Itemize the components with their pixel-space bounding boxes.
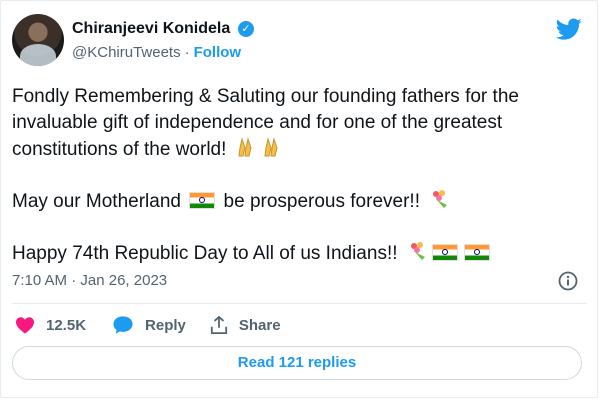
- reply-label: Reply: [145, 316, 186, 334]
- folded-hands-icon: [236, 136, 258, 166]
- speech-bubble-icon: [113, 316, 133, 334]
- share-icon: [210, 315, 227, 334]
- india-flag-icon: [431, 244, 458, 261]
- divider: [12, 303, 587, 304]
- tweet-paragraph-3: Happy 74th Republic Day to All of us Ind…: [12, 240, 587, 270]
- folded-hands-icon: [262, 136, 284, 166]
- share-button[interactable]: Share: [210, 315, 281, 335]
- heart-icon: [16, 317, 34, 334]
- india-flag-icon: [189, 192, 216, 209]
- read-replies-button[interactable]: Read 121 replies: [12, 346, 582, 380]
- handle-line: @KChiruTweets · Follow: [72, 43, 241, 63]
- share-label: Share: [238, 316, 281, 334]
- action-bar: 12.5K Reply Share: [15, 314, 299, 336]
- tweet-paragraph-2: May our Motherland be prosperous forever…: [12, 188, 587, 218]
- bouquet-icon: [429, 188, 451, 218]
- verified-badge-icon: ✓: [238, 21, 254, 37]
- like-button[interactable]: 12.5K: [15, 316, 86, 334]
- tweet-paragraph-1: Fondly Remembering & Saluting our foundi…: [12, 84, 587, 166]
- avatar[interactable]: [12, 14, 64, 66]
- like-count: 12.5K: [46, 316, 87, 334]
- tweet-card: Chiranjeevi Konidela ✓ @KChiruTweets · Fol…: [0, 0, 598, 398]
- follow-link[interactable]: Follow: [194, 44, 242, 61]
- reply-button[interactable]: Reply: [112, 315, 186, 335]
- bouquet-icon: [407, 240, 429, 270]
- info-icon[interactable]: [558, 271, 578, 291]
- tweet-text: Fondly Remembering & Saluting our foundi…: [12, 84, 587, 270]
- tweet-timestamp[interactable]: 7:10 AM · Jan 26, 2023: [12, 271, 167, 291]
- user-handle[interactable]: @KChiruTweets: [72, 44, 181, 61]
- display-name[interactable]: Chiranjeevi Konidela: [72, 19, 230, 39]
- separator-dot: ·: [184, 44, 190, 61]
- india-flag-icon: [463, 244, 490, 261]
- twitter-bird-icon[interactable]: [554, 16, 584, 42]
